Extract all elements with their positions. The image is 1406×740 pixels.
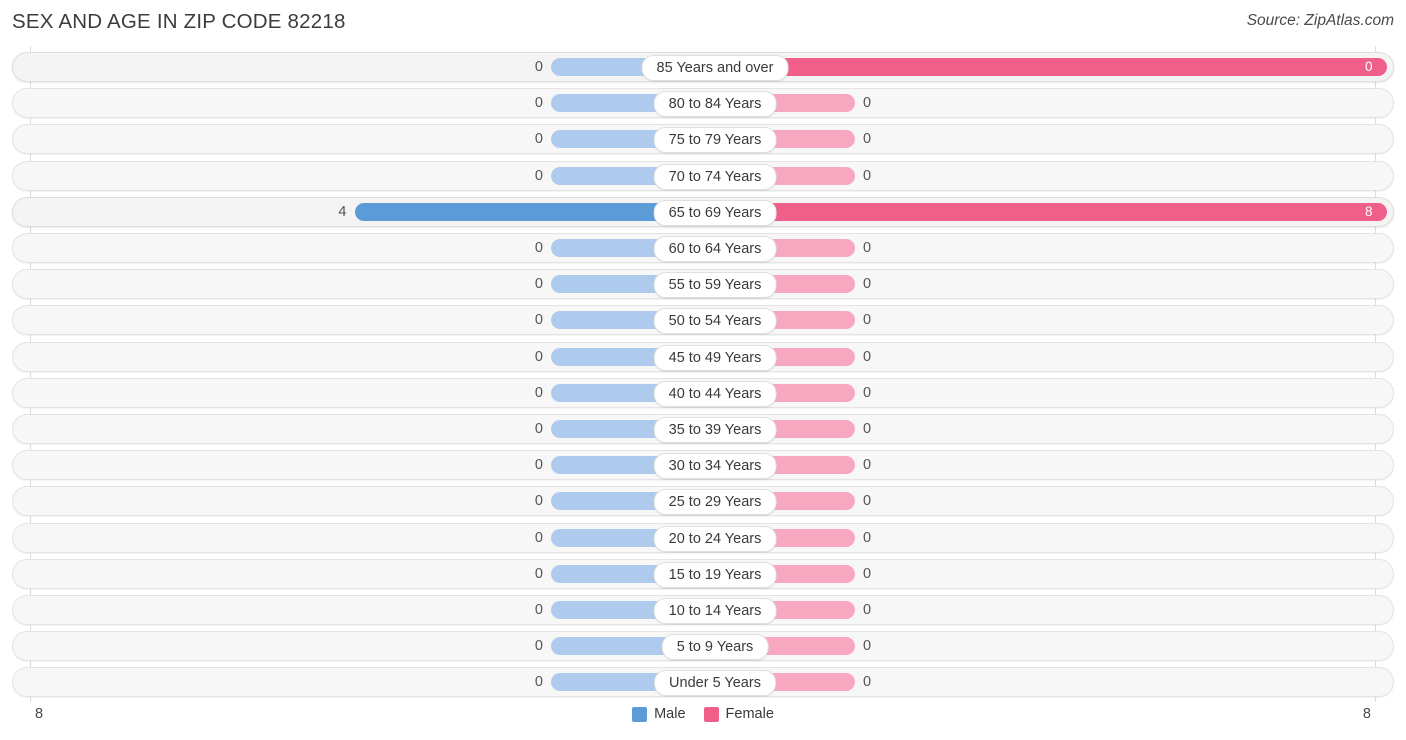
value-label-male: 0 [534, 421, 543, 437]
table-row[interactable]: 0 0 40 to 44 Years [12, 377, 1394, 408]
value-label-male: 0 [534, 674, 543, 691]
legend-label-male: Male [654, 706, 686, 722]
chart-header: SEX AND AGE IN ZIP CODE 82218 Source: Zi… [0, 0, 1406, 44]
table-row[interactable]: 0 0 30 to 34 Years [12, 450, 1394, 481]
age-group-label: 30 to 34 Years [653, 453, 777, 480]
age-group-label: 35 to 39 Years [653, 417, 777, 443]
age-group-label: 40 to 44 Years [653, 380, 777, 407]
age-group-label: 5 to 9 Years [661, 634, 769, 661]
age-group-label: Under 5 Years [654, 670, 776, 697]
bar-female[interactable] [715, 202, 1387, 221]
age-group-label: 55 to 59 Years [653, 272, 777, 299]
value-label-male: 4 [338, 203, 347, 220]
value-label-male: 0 [534, 602, 543, 618]
value-label-male: 0 [534, 240, 543, 256]
value-label-female: 0 [863, 565, 872, 582]
table-row[interactable]: 0 0 75 to 79 Years [12, 124, 1394, 155]
table-row[interactable]: 0 0 45 to 49 Years [12, 341, 1394, 372]
value-label-female: 0 [1365, 59, 1373, 74]
value-label-female: 0 [863, 384, 872, 401]
table-row[interactable]: 0 0 15 to 19 Years [12, 558, 1394, 589]
table-row[interactable]: 0 0 50 to 54 Years [12, 305, 1394, 336]
page-title: SEX AND AGE IN ZIP CODE 82218 [12, 10, 346, 33]
bar-male[interactable] [354, 202, 691, 221]
source-attribution: Source: ZipAtlas.com [1246, 12, 1394, 29]
table-row[interactable]: 0 0 Under 5 Years [12, 667, 1394, 698]
value-label-female: 0 [863, 276, 872, 293]
age-group-label: 85 Years and over [641, 55, 789, 81]
age-group-label: 70 to 74 Years [653, 163, 777, 190]
table-row[interactable]: 0 0 60 to 64 Years [12, 233, 1394, 263]
value-label-male: 0 [534, 493, 543, 510]
value-label-female: 0 [863, 348, 872, 365]
value-label-female: 0 [863, 529, 872, 546]
legend-label-female: Female [725, 706, 774, 722]
value-label-female: 0 [863, 602, 872, 618]
value-label-male: 0 [534, 95, 543, 112]
value-label-female: 0 [863, 421, 872, 437]
legend-swatch-female-icon [703, 706, 719, 722]
value-label-female: 0 [863, 95, 872, 112]
value-label-male: 0 [534, 312, 543, 329]
value-label-male: 0 [534, 167, 543, 184]
age-group-label: 75 to 79 Years [653, 127, 777, 154]
table-row[interactable]: 0 0 5 to 9 Years [12, 631, 1394, 662]
value-label-male: 0 [534, 457, 543, 474]
value-label-male: 0 [534, 348, 543, 365]
age-group-label: 60 to 64 Years [653, 236, 777, 262]
age-group-label: 20 to 24 Years [653, 525, 777, 552]
value-label-male: 0 [534, 384, 543, 401]
table-row[interactable]: 0 0 20 to 24 Years [12, 522, 1394, 553]
table-row[interactable]: 0 0 70 to 74 Years [12, 160, 1394, 191]
table-row[interactable]: 4 8 65 to 69 Years [12, 196, 1394, 227]
value-label-female: 0 [863, 131, 872, 148]
age-group-label: 50 to 54 Years [653, 308, 777, 335]
value-label-female: 0 [863, 674, 872, 691]
value-label-female: 0 [863, 240, 872, 256]
bar-female[interactable] [715, 58, 1387, 76]
value-label-male: 0 [534, 638, 543, 655]
value-label-male: 0 [534, 131, 543, 148]
value-label-male: 0 [534, 59, 543, 75]
population-pyramid-plot: 0 0 85 Years and over 0 0 80 to 84 Years 0 0 75 … [0, 46, 1406, 702]
value-label-female: 0 [863, 167, 872, 184]
value-label-female: 0 [863, 638, 872, 655]
table-row[interactable]: 0 0 25 to 29 Years [12, 486, 1394, 517]
table-row[interactable]: 0 0 10 to 14 Years [12, 595, 1394, 625]
value-label-female: 0 [863, 312, 872, 329]
table-row[interactable]: 0 0 55 to 59 Years [12, 269, 1394, 300]
value-label-female: 8 [1365, 203, 1373, 219]
value-label-male: 0 [534, 529, 543, 546]
table-row[interactable]: 0 0 85 Years and over [12, 52, 1394, 82]
age-group-label: 10 to 14 Years [653, 598, 777, 624]
legend-item-male[interactable]: Male [632, 706, 686, 722]
age-group-label: 15 to 19 Years [653, 561, 777, 588]
value-label-male: 0 [534, 565, 543, 582]
age-group-label: 80 to 84 Years [653, 91, 777, 118]
chart-footer: 8 8 Male Female [0, 702, 1406, 740]
value-label-male: 0 [534, 276, 543, 293]
age-group-label: 45 to 49 Years [653, 344, 777, 371]
age-group-label: 25 to 29 Years [653, 489, 777, 516]
age-group-label: 65 to 69 Years [653, 199, 777, 226]
value-label-female: 0 [863, 493, 872, 510]
table-row[interactable]: 0 0 80 to 84 Years [12, 88, 1394, 119]
value-label-female: 0 [863, 457, 872, 474]
legend-item-female[interactable]: Female [703, 706, 774, 722]
chart-legend: Male Female [0, 706, 1406, 722]
table-row[interactable]: 0 0 35 to 39 Years [12, 414, 1394, 444]
legend-swatch-male-icon [632, 706, 648, 722]
